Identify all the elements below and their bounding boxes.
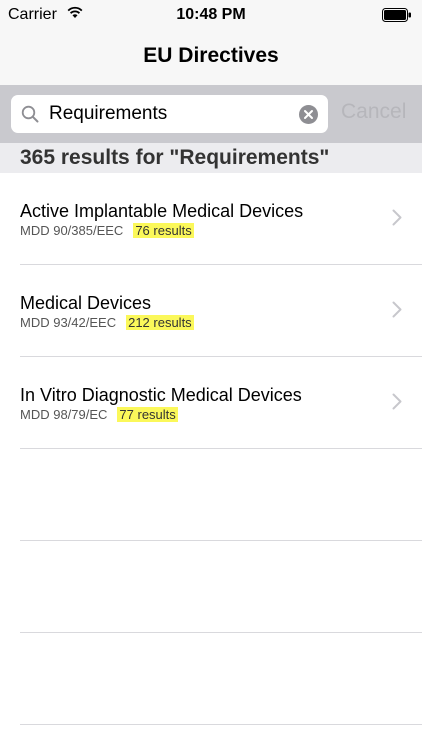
clock: 10:48 PM bbox=[176, 6, 246, 23]
result-count-badge: 76 results bbox=[133, 223, 194, 238]
chevron-right-icon bbox=[392, 209, 402, 226]
item-title: In Vitro Diagnostic Medical Devices bbox=[20, 385, 302, 405]
status-bar: Carrier 10:48 PM bbox=[0, 0, 422, 30]
page-title: EU Directives bbox=[143, 44, 279, 67]
chevron-right-icon bbox=[392, 301, 402, 318]
directive-code: MDD 98/79/EC bbox=[20, 407, 108, 422]
empty-row bbox=[0, 541, 422, 633]
directive-code: MDD 90/385/EEC bbox=[20, 223, 124, 238]
item-title: Medical Devices bbox=[20, 293, 152, 313]
separator bbox=[20, 724, 422, 725]
search-bar: Cancel bbox=[0, 85, 422, 143]
list-item[interactable]: Medical Devices MDD 93/42/EEC 212 results bbox=[0, 265, 422, 357]
list-item[interactable]: Active Implantable Medical Devices MDD 9… bbox=[0, 173, 422, 265]
empty-row bbox=[0, 449, 422, 541]
search-field[interactable] bbox=[11, 95, 328, 133]
list-item[interactable]: In Vitro Diagnostic Medical Devices MDD … bbox=[0, 357, 422, 449]
results-header: 365 results for "Requirements" bbox=[0, 143, 422, 173]
result-count-badge: 212 results bbox=[126, 315, 194, 330]
chevron-right-icon bbox=[392, 393, 402, 410]
search-input[interactable] bbox=[49, 95, 294, 133]
item-subtitle: MDD 98/79/EC 77 results bbox=[20, 407, 178, 422]
result-count-badge: 77 results bbox=[117, 407, 178, 422]
empty-row bbox=[0, 633, 422, 725]
search-icon bbox=[21, 105, 39, 123]
navigation-bar: EU Directives bbox=[0, 30, 422, 85]
item-subtitle: MDD 90/385/EEC 76 results bbox=[20, 223, 194, 238]
item-subtitle: MDD 93/42/EEC 212 results bbox=[20, 315, 194, 330]
clear-icon[interactable] bbox=[299, 105, 318, 124]
results-list: Active Implantable Medical Devices MDD 9… bbox=[0, 173, 422, 725]
results-count: 365 results for "Requirements" bbox=[20, 146, 330, 169]
directive-code: MDD 93/42/EEC bbox=[20, 315, 117, 330]
battery-icon bbox=[382, 8, 411, 22]
item-title: Active Implantable Medical Devices bbox=[20, 201, 304, 221]
cancel-button[interactable]: Cancel bbox=[341, 100, 406, 124]
